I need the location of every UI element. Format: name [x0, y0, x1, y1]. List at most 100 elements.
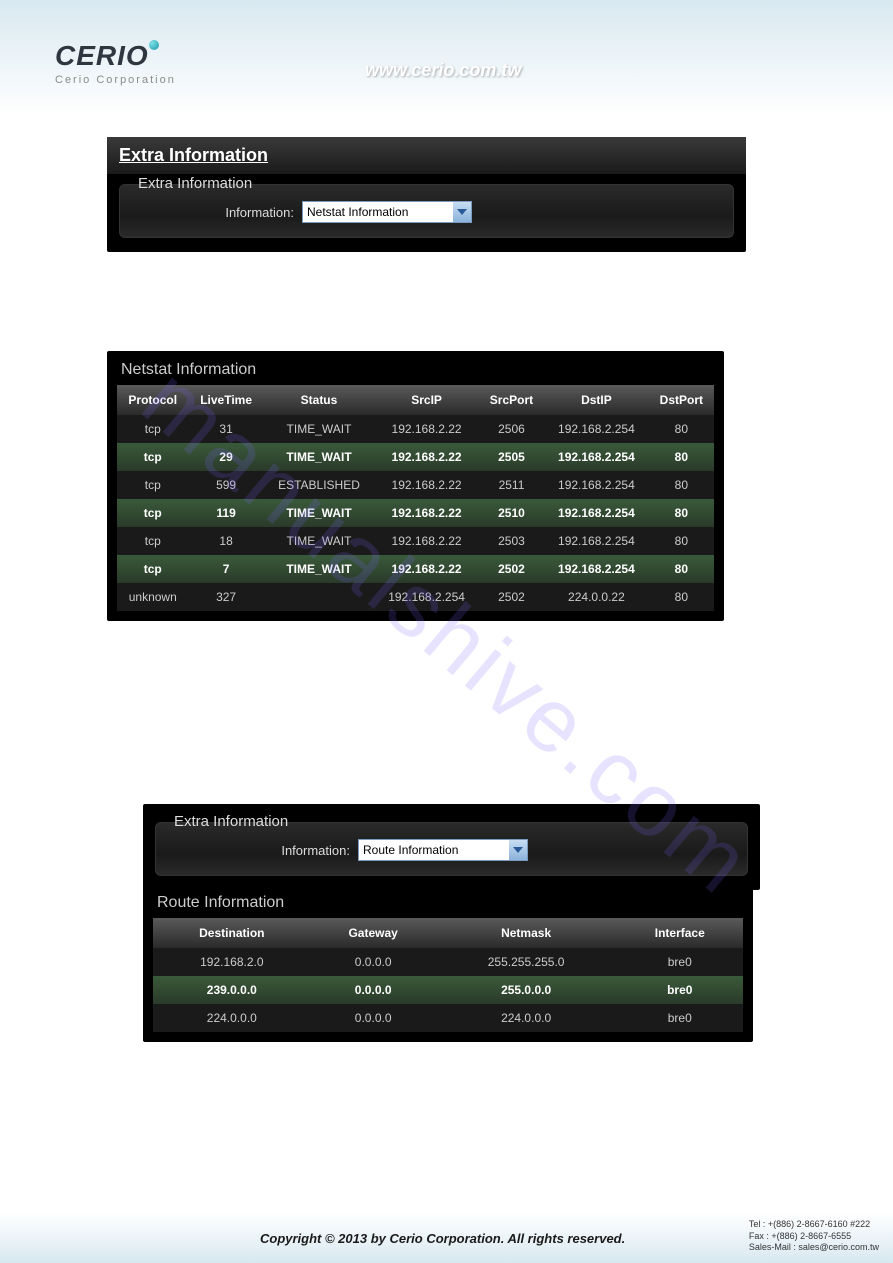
extra-info-panel-2: Extra Information Information: Route Inf…: [143, 804, 760, 890]
table-cell: 2505: [479, 443, 544, 471]
table-cell: 192.168.2.254: [544, 471, 649, 499]
table-cell: 192.168.2.254: [544, 499, 649, 527]
extra-info-fieldset-2: Extra Information Information: Route Inf…: [155, 822, 748, 876]
table-cell: ESTABLISHED: [264, 471, 375, 499]
header-band: CERIO Cerio Corporation www.cerio.com.tw: [0, 0, 893, 115]
col-destination: Destination: [153, 918, 311, 948]
table-cell: 255.255.255.0: [436, 948, 617, 976]
table-cell: 80: [649, 471, 714, 499]
table-cell: 80: [649, 527, 714, 555]
table-row: 239.0.0.00.0.0.0255.0.0.0bre0: [153, 976, 743, 1004]
select-value-2: Route Information: [363, 843, 458, 857]
table-cell: tcp: [117, 443, 189, 471]
table-cell: 2503: [479, 527, 544, 555]
table-cell: 7: [189, 555, 264, 583]
col-dstip: DstIP: [544, 385, 649, 415]
table-cell: 80: [649, 443, 714, 471]
netstat-panel: Netstat Information Protocol LiveTime St…: [107, 351, 724, 621]
table-cell: 224.0.0.22: [544, 583, 649, 611]
table-cell: 2502: [479, 583, 544, 611]
col-gateway: Gateway: [311, 918, 436, 948]
col-status: Status: [264, 385, 375, 415]
table-cell: 2506: [479, 415, 544, 443]
table-cell: TIME_WAIT: [264, 527, 375, 555]
col-protocol: Protocol: [117, 385, 189, 415]
select-value: Netstat Information: [307, 205, 408, 219]
table-cell: 327: [189, 583, 264, 611]
table-cell: 239.0.0.0: [153, 976, 311, 1004]
table-row: tcp29TIME_WAIT192.168.2.222505192.168.2.…: [117, 443, 714, 471]
table-cell: TIME_WAIT: [264, 415, 375, 443]
extra-info-panel-1: Extra Information Extra Information Info…: [107, 137, 746, 252]
table-cell: 2502: [479, 555, 544, 583]
brand-subtext: Cerio Corporation: [55, 74, 176, 86]
col-netmask: Netmask: [436, 918, 617, 948]
table-cell: tcp: [117, 527, 189, 555]
table-row: tcp7TIME_WAIT192.168.2.222502192.168.2.2…: [117, 555, 714, 583]
footer: Copyright © 2013 by Cerio Corporation. A…: [0, 1213, 893, 1263]
table-row: tcp119TIME_WAIT192.168.2.222510192.168.2…: [117, 499, 714, 527]
information-label-2: Information:: [170, 843, 350, 858]
table-row: 224.0.0.00.0.0.0224.0.0.0bre0: [153, 1004, 743, 1032]
logo-dot-icon: [149, 40, 159, 50]
brand-text: CERIO: [55, 40, 149, 71]
table-cell: TIME_WAIT: [264, 499, 375, 527]
table-cell: 119: [189, 499, 264, 527]
table-cell: 192.168.2.0: [153, 948, 311, 976]
table-cell: bre0: [617, 976, 743, 1004]
logo: CERIO Cerio Corporation: [55, 40, 176, 86]
table-cell: tcp: [117, 471, 189, 499]
table-row: tcp18TIME_WAIT192.168.2.222503192.168.2.…: [117, 527, 714, 555]
table-cell: 224.0.0.0: [436, 1004, 617, 1032]
table-row: tcp31TIME_WAIT192.168.2.222506192.168.2.…: [117, 415, 714, 443]
netstat-table: Protocol LiveTime Status SrcIP SrcPort D…: [117, 385, 714, 611]
route-panel: Route Information Destination Gateway Ne…: [143, 884, 753, 1042]
table-cell: TIME_WAIT: [264, 555, 375, 583]
table-cell: bre0: [617, 1004, 743, 1032]
table-cell: 80: [649, 499, 714, 527]
table-cell: 192.168.2.254: [544, 527, 649, 555]
table-cell: 80: [649, 415, 714, 443]
table-cell: 192.168.2.254: [544, 555, 649, 583]
fieldset-legend: Extra Information: [134, 175, 256, 192]
table-cell: 192.168.2.254: [544, 415, 649, 443]
table-cell: 2510: [479, 499, 544, 527]
fieldset-legend-2: Extra Information: [170, 813, 292, 830]
col-dstport: DstPort: [649, 385, 714, 415]
panel-title: Extra Information: [107, 137, 746, 174]
header-url: www.cerio.com.tw: [365, 60, 521, 81]
table-cell: 0.0.0.0: [311, 1004, 436, 1032]
table-cell: 80: [649, 583, 714, 611]
table-cell: unknown: [117, 583, 189, 611]
table-cell: 192.168.2.22: [374, 499, 479, 527]
table-cell: 192.168.2.22: [374, 415, 479, 443]
information-label: Information:: [134, 205, 294, 220]
information-select[interactable]: Netstat Information: [302, 201, 472, 223]
table-cell: 80: [649, 555, 714, 583]
table-row: unknown327192.168.2.2542502224.0.0.2280: [117, 583, 714, 611]
information-row: Information: Netstat Information: [134, 201, 719, 223]
table-cell: 0.0.0.0: [311, 948, 436, 976]
contact-fax: Fax : +(886) 2-8667-6555: [749, 1231, 879, 1243]
chevron-down-icon: [509, 840, 527, 860]
table-cell: TIME_WAIT: [264, 443, 375, 471]
table-cell: 255.0.0.0: [436, 976, 617, 1004]
table-row: 192.168.2.00.0.0.0255.255.255.0bre0: [153, 948, 743, 976]
information-row-2: Information: Route Information: [170, 839, 733, 861]
table-cell: 224.0.0.0: [153, 1004, 311, 1032]
table-cell: tcp: [117, 555, 189, 583]
table-cell: tcp: [117, 415, 189, 443]
extra-info-fieldset: Extra Information Information: Netstat I…: [119, 184, 734, 238]
col-interface: Interface: [617, 918, 743, 948]
table-cell: 192.168.2.22: [374, 527, 479, 555]
table-cell: [264, 583, 375, 611]
table-cell: 31: [189, 415, 264, 443]
col-livetime: LiveTime: [189, 385, 264, 415]
table-cell: 192.168.2.254: [544, 443, 649, 471]
col-srcport: SrcPort: [479, 385, 544, 415]
table-cell: 192.168.2.22: [374, 471, 479, 499]
information-select-2[interactable]: Route Information: [358, 839, 528, 861]
table-row: tcp599ESTABLISHED192.168.2.222511192.168…: [117, 471, 714, 499]
table-cell: 29: [189, 443, 264, 471]
contact-tel: Tel : +(886) 2-8667-6160 #222: [749, 1219, 879, 1231]
